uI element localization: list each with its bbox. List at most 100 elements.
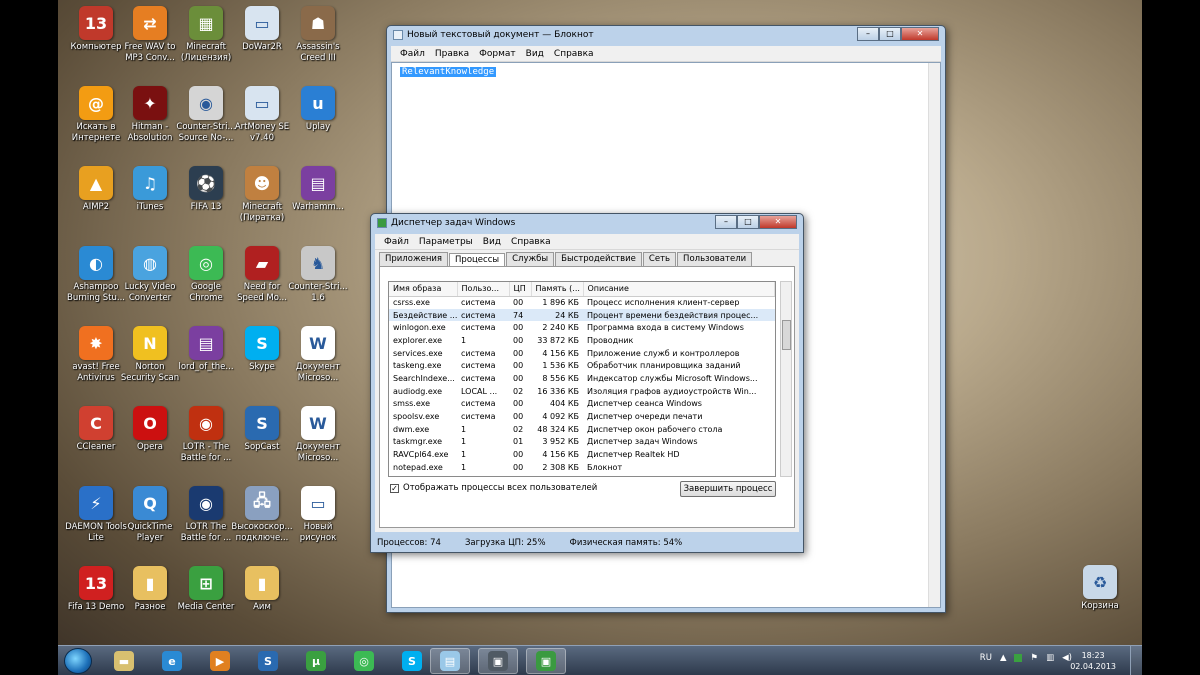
process-row[interactable]: taskmgr.exe 1 01 3 952 КБ Диспетчер задач Wi…: [389, 436, 775, 449]
desktop-icon[interactable]: ◉ Counter-Stri... Source No-...: [174, 86, 238, 144]
tab[interactable]: Сеть: [642, 252, 677, 266]
desktop-icon[interactable]: ♻ Корзина: [1068, 565, 1132, 612]
tab[interactable]: Процессы: [449, 253, 506, 267]
process-row[interactable]: spoolsv.exe система 00 4 092 КБ Диспетчер оч…: [389, 410, 775, 423]
taskbar-button[interactable]: ▤: [430, 648, 470, 674]
process-list-scrollbar[interactable]: [780, 281, 792, 477]
desktop-icon[interactable]: O Opera: [118, 406, 182, 453]
desktop-icon[interactable]: N Norton Security Scan: [118, 326, 182, 384]
tray-arrow-icon[interactable]: ▲: [1000, 653, 1007, 663]
show-all-checkbox[interactable]: ✓: [390, 483, 399, 493]
desktop-icon[interactable]: ▰ Need for Speed Mo...: [230, 246, 294, 304]
desktop-icon[interactable]: ☗ Assassin's Creed III: [286, 6, 350, 64]
desktop-icon[interactable]: ⚽ FIFA 13: [174, 166, 238, 213]
menu-item[interactable]: Справка: [549, 49, 599, 59]
clock[interactable]: 18:23 02.04.2013: [1070, 650, 1116, 672]
column-header[interactable]: ЦП: [509, 282, 532, 297]
desktop-icon[interactable]: ▤ Warhamm...: [286, 166, 350, 213]
notepad-selected-text[interactable]: RelevantKnowledge: [400, 67, 497, 77]
desktop-icon[interactable]: ♫ iTunes: [118, 166, 182, 213]
tab[interactable]: Пользователи: [677, 252, 753, 266]
start-button[interactable]: [64, 648, 92, 674]
desktop-icon[interactable]: S SopCast: [230, 406, 294, 453]
desktop-icon[interactable]: ▤ lord_of_the...: [174, 326, 238, 373]
minimize-button[interactable]: –: [857, 27, 879, 41]
process-row[interactable]: dwm.exe 1 02 48 324 КБ Диспетчер окон рабоче…: [389, 423, 775, 436]
taskbar-button[interactable]: ▶: [200, 648, 240, 674]
menu-item[interactable]: Файл: [379, 237, 414, 247]
desktop-icon[interactable]: ▭ Новый рисунок: [286, 486, 350, 544]
desktop-icon[interactable]: Q QuickTime Player: [118, 486, 182, 544]
menu-item[interactable]: Формат: [474, 49, 521, 59]
desktop-icon[interactable]: S Skype: [230, 326, 294, 373]
process-row[interactable]: SearchIndexe... система 00 8 556 КБ Индексат…: [389, 372, 775, 385]
process-row[interactable]: smss.exe система 00 404 КБ Диспетчер сеанса …: [389, 398, 775, 411]
process-list[interactable]: Имя образа Пользо... ЦП Память (... Описание…: [388, 281, 776, 477]
process-row[interactable]: explorer.exe 1 00 33 872 КБ Проводник: [389, 334, 775, 347]
scrollbar-thumb[interactable]: [782, 320, 791, 350]
column-header[interactable]: Описание: [583, 282, 775, 297]
taskbar-button[interactable]: ◎: [344, 648, 384, 674]
menu-item[interactable]: Вид: [521, 49, 549, 59]
desktop-icon[interactable]: ▭ ArtMoney SE v7.40: [230, 86, 294, 144]
desktop-icon[interactable]: ✦ Hitman - Absolution: [118, 86, 182, 144]
flag-icon[interactable]: ⚑: [1030, 653, 1038, 663]
maximize-button[interactable]: □: [879, 27, 901, 41]
desktop-icon[interactable]: ▮ Разное: [118, 566, 182, 613]
notepad-scrollbar[interactable]: [928, 63, 940, 607]
process-row[interactable]: taskeng.exe система 00 1 536 КБ Обработчик п…: [389, 359, 775, 372]
taskbar-button[interactable]: e: [152, 648, 192, 674]
menu-item[interactable]: Файл: [395, 49, 430, 59]
taskbar-button[interactable]: S: [392, 648, 432, 674]
desktop-icon[interactable]: ☻ Minecraft (Пиратка): [230, 166, 294, 224]
menu-item[interactable]: Правка: [430, 49, 474, 59]
menu-item[interactable]: Вид: [478, 237, 506, 247]
tab[interactable]: Службы: [506, 252, 555, 266]
desktop-icon[interactable]: W Документ Microso...: [286, 406, 350, 464]
process-row[interactable]: services.exe система 00 4 156 КБ Приложение …: [389, 347, 775, 360]
desktop-icon[interactable]: ◉ LOTR The Battle for ...: [174, 486, 238, 544]
taskmgr-window[interactable]: Диспетчер задач Windows – □ ✕ Файл Параме…: [370, 213, 804, 553]
language-indicator[interactable]: RU: [980, 653, 992, 663]
close-button[interactable]: ✕: [759, 215, 797, 229]
column-header[interactable]: Пользо...: [457, 282, 510, 297]
taskbar-button[interactable]: S: [248, 648, 288, 674]
desktop-icon[interactable]: u Uplay: [286, 86, 350, 133]
desktop-icon[interactable]: 🖧 Высокоскор... подключе...: [230, 486, 294, 544]
process-row[interactable]: notepad.exe 1 00 2 308 КБ Блокнот: [389, 461, 775, 474]
column-header[interactable]: Имя образа: [389, 282, 458, 297]
taskbar-button[interactable]: µ: [296, 648, 336, 674]
process-row[interactable]: csrss.exe система 00 1 896 КБ Процесс исполн…: [389, 296, 775, 309]
menu-item[interactable]: Справка: [506, 237, 556, 247]
desktop-icon[interactable]: ▦ Minecraft (Лицензия): [174, 6, 238, 64]
desktop-icon[interactable]: ⊞ Media Center: [174, 566, 238, 613]
menu-item[interactable]: Параметры: [414, 237, 478, 247]
taskbar-button[interactable]: ▣: [478, 648, 518, 674]
desktop-icon[interactable]: ▭ DoWar2R: [230, 6, 294, 53]
minimize-button[interactable]: –: [715, 215, 737, 229]
desktop-icon[interactable]: ◍ Lucky Video Converter: [118, 246, 182, 304]
taskbar-button[interactable]: ▣: [526, 648, 566, 674]
desktop-icon[interactable]: W Документ Microso...: [286, 326, 350, 384]
desktop-icon[interactable]: ◉ LOTR - The Battle for ...: [174, 406, 238, 464]
process-row[interactable]: RAVCpl64.exe 1 00 4 156 КБ Диспетчер Realtek…: [389, 448, 775, 461]
desktop-icon[interactable]: ⇄ Free WAV to MP3 Conv...: [118, 6, 182, 64]
tab[interactable]: Приложения: [379, 252, 449, 266]
show-all-processes[interactable]: ✓ Отображать процессы всех пользователей: [390, 483, 597, 493]
process-row[interactable]: Бездействие ... система 74 24 КБ Процент вре…: [389, 308, 775, 322]
process-row[interactable]: notepad.exe1002 384 КББлокнот: [389, 474, 775, 476]
column-header[interactable]: Память (...: [531, 282, 584, 297]
taskbar-button[interactable]: ▬: [104, 648, 144, 674]
desktop-icon[interactable]: ▮ Аим: [230, 566, 294, 613]
process-row[interactable]: winlogon.exe система 00 2 240 КБ Программа в…: [389, 321, 775, 334]
show-desktop-button[interactable]: [1130, 646, 1142, 675]
tab[interactable]: Быстродействие: [555, 252, 642, 266]
process-row[interactable]: audiodg.exe LOCAL ... 02 16 336 КБ Изоляция …: [389, 385, 775, 398]
end-process-button[interactable]: Завершить процесс: [680, 481, 776, 497]
maximize-button[interactable]: □: [737, 215, 759, 229]
tray-app-icon[interactable]: [1014, 654, 1023, 662]
close-button[interactable]: ✕: [901, 27, 939, 41]
desktop-icon[interactable]: ◎ Google Chrome: [174, 246, 238, 304]
network-icon[interactable]: ▥: [1046, 653, 1054, 663]
desktop-icon[interactable]: ♞ Counter-Stri... 1.6: [286, 246, 350, 304]
